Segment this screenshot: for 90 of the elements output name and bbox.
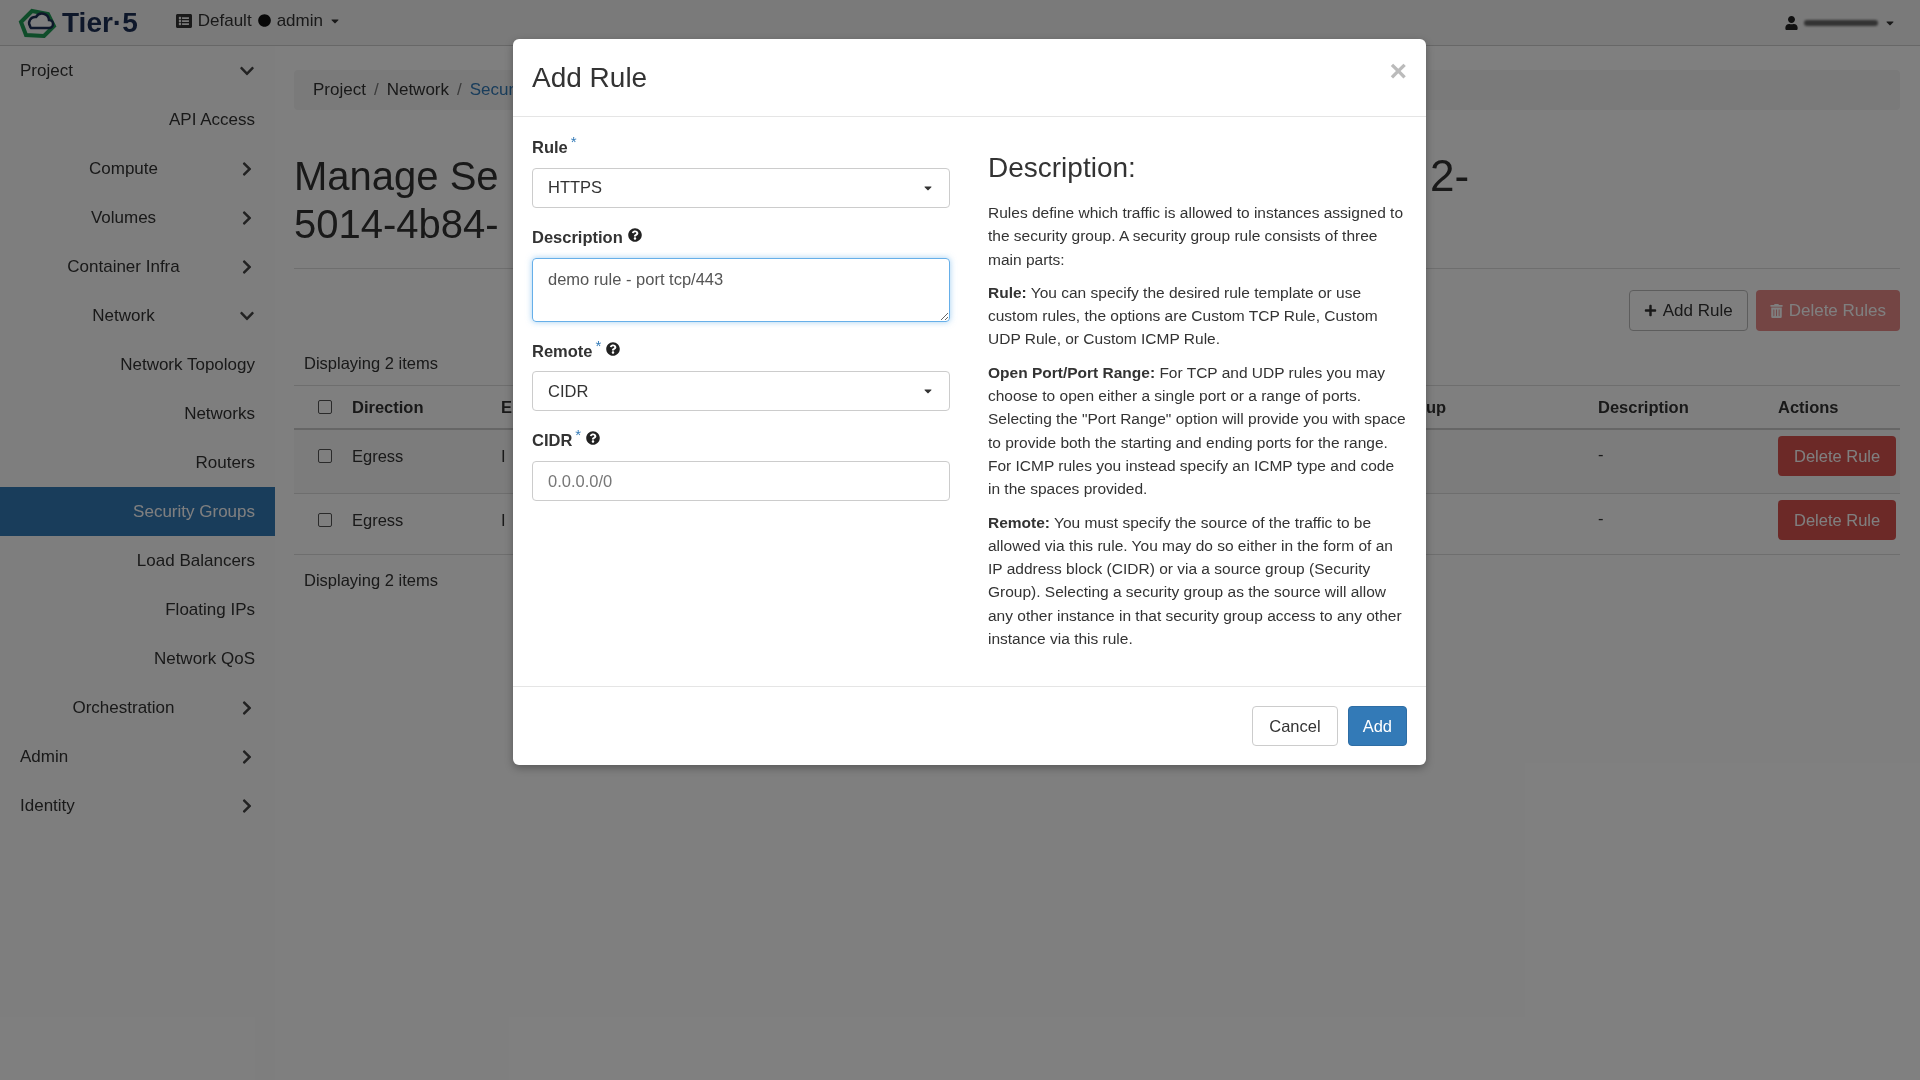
breadcrumb-separator: / [457,79,462,102]
delete-rule-button[interactable]: Delete Rule [1778,500,1897,540]
sidebar-item[interactable]: Identity [0,781,275,830]
sidebar-item[interactable]: Admin [0,732,275,781]
table-cell-text: - [1598,508,1605,529]
cidr-input[interactable]: 0.0.0.0/0 [532,461,950,501]
sidebar-label: API Access [168,108,255,131]
sidebar-item[interactable]: Network QoS [0,634,275,683]
required-mark: * [570,132,577,152]
logo[interactable]: Tier·5 [18,7,138,38]
field-label: CIDR [532,430,573,452]
breadcrumb-link[interactable]: Secur [469,77,515,103]
help-title: Description: [988,151,1137,185]
sidebar-label: Security Groups [132,500,255,523]
domain-label[interactable]: Default [197,7,252,34]
help-paragraph: Rule: You can specify the desired rule template or use custom rules, the options are Custom TCP Rule, Custom UDP Rule, or Custom ICMP Rule. [988,282,1379,350]
field-label: Remote [532,340,593,362]
column-header[interactable]: Actions [1778,394,1839,420]
checkbox[interactable] [318,513,332,528]
breadcrumb-link[interactable]: Project [313,77,366,103]
project-label[interactable]: admin [276,7,323,34]
column-header[interactable]: up [1426,394,1598,420]
sidebar-item[interactable]: Load Balancers [0,536,275,585]
sidebar-label: Volumes [89,206,158,229]
sidebar-item[interactable]: Project [0,46,275,95]
sidebar-item[interactable]: Volumes [0,193,275,242]
logo-text: Tier·5 [62,8,138,37]
table-cell-text: - [1598,444,1605,465]
table-cell-text: Egress [352,510,405,531]
sidebar-item[interactable]: API Access [0,95,275,144]
sidebar-label: Networks [183,402,255,425]
table-cell-text: I [501,446,506,467]
sidebar-item[interactable]: Floating IPs [0,585,275,634]
sidebar-label: Network [91,304,156,327]
checkbox[interactable] [318,400,332,414]
sidebar-item[interactable]: Routers [0,438,275,487]
plus-icon [1643,304,1657,317]
add-button[interactable]: Add [1347,706,1407,747]
sidebar-label: Network Topology [119,353,255,376]
item-count: Displaying 2 items [303,570,438,589]
sidebar-item[interactable]: Network [0,291,275,340]
column-header[interactable]: E [501,394,512,420]
sidebar-label: Network QoS [152,647,255,670]
sidebar-label: Compute [88,157,159,180]
add-rule-button[interactable]: Add Rule [1628,290,1748,331]
breadcrumb-separator: / [373,79,379,102]
required-mark: * [575,425,582,446]
help-paragraph: Open Port/Port Range: For TCP and UDP rules you may choose to open either a single port or a range of ports. Selecting the "Port Range" option will provide you with space to provide both the starting and ending ports for the range. For ICMP rules you instead specify an ICMP type and code in the spaces provided. [988,362,1406,500]
table-cell-text: Egress [352,446,405,467]
help-paragraph: Remote: You must specify the source of the traffic to be allowed via this rule. You may do so either in the form of an IP address block (CIDR) or via a source group (Security Group). Selecting a security group as the source will allow any other instance in that security group access to any other instance via this rule. [988,512,1403,650]
dialog-title: Add Rule [532,60,648,95]
table-cell-text: I [501,510,506,531]
list-icon [175,12,192,29]
sidebar-label: Orchestration [71,696,176,719]
trash-icon [1769,303,1783,318]
sidebar-item[interactable]: Networks [0,389,275,438]
help-icon[interactable] [606,341,621,356]
page-title: Manage Se 5014-4b84- [294,153,499,248]
sidebar-label: Identity [20,794,76,817]
field-label: Description [532,226,623,248]
field-label: Rule [532,137,568,158]
sidebar-label: Container Infra [66,255,181,278]
user-icon [1785,15,1798,30]
breadcrumb-link[interactable]: Network [386,77,449,103]
item-count: Displaying 2 items [303,353,438,372]
page-title: 2- [1430,152,1471,200]
blurred-username[interactable] [1804,19,1878,26]
sidebar-item[interactable]: Container Infra [0,242,275,291]
cloud-logo-icon [18,7,58,38]
column-header[interactable]: Description [1598,394,1778,420]
sidebar-label: Load Balancers [135,549,255,572]
select-field[interactable]: CIDR [532,371,950,412]
help-icon[interactable] [627,227,642,242]
sidebar-item[interactable]: Compute [0,144,275,193]
help-paragraph: Rules define which traffic is allowed to instances assigned to the security group. A security group rule consists of three main parts: [988,203,1404,270]
checkbox[interactable] [318,449,332,464]
sidebar-item[interactable]: Network Topology [0,340,275,389]
delete-rule-button[interactable]: Delete Rule [1778,436,1897,476]
cancel-button[interactable]: Cancel [1252,706,1338,747]
sidebar-item[interactable]: Orchestration [0,683,275,732]
select-field[interactable]: HTTPS [532,167,950,208]
help-icon[interactable] [586,431,601,446]
sidebar-label: Floating IPs [164,598,255,621]
sidebar-item[interactable]: Security Groups [0,487,275,536]
required-mark: * [595,335,602,356]
sidebar-label: Routers [194,451,255,474]
sidebar-label: Project [20,59,74,82]
sidebar-label: Admin [20,745,70,768]
description-textarea[interactable]: demo rule - port tcp/443 [532,257,950,322]
column-header[interactable]: Direction [352,394,501,420]
